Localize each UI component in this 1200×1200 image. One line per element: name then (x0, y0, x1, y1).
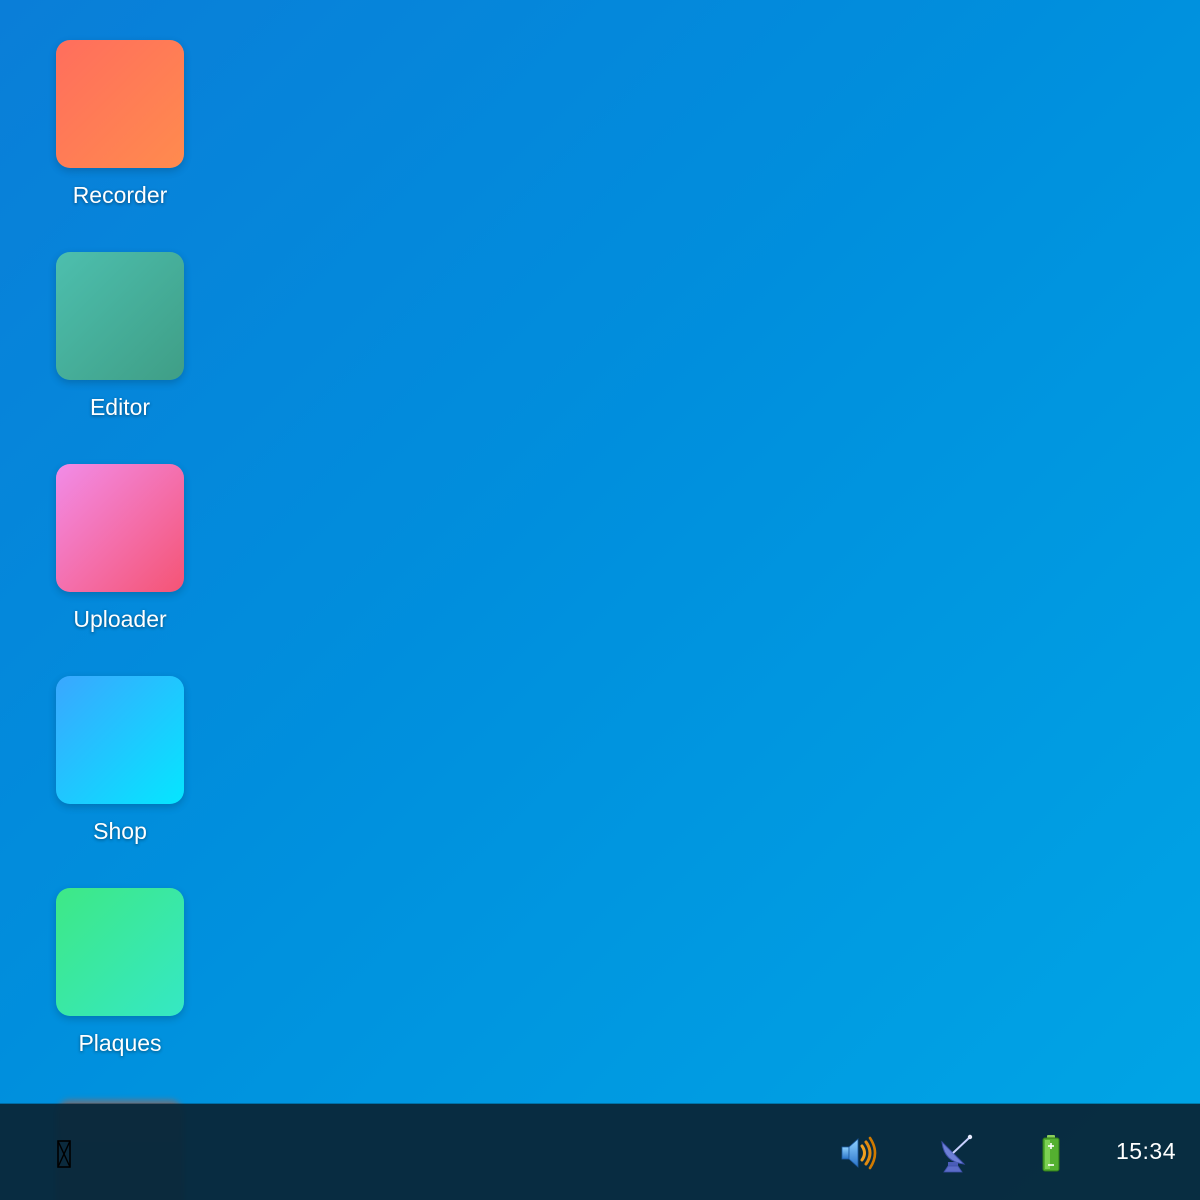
app-label: Recorder (72, 182, 168, 208)
desktop-app-uploader[interactable]: Uploader (56, 464, 184, 676)
desktop-app-shop[interactable]: Shop (56, 676, 184, 888)
desktop-app-plaques[interactable]: Plaques (56, 888, 184, 1100)
start-menu-icon (57, 1140, 71, 1168)
app-label: Uploader (73, 606, 167, 632)
volume-icon (841, 1136, 877, 1170)
taskbar: 15:34 (0, 1104, 1200, 1200)
desktop-app-editor[interactable]: Editor (56, 252, 184, 464)
battery-icon (1042, 1135, 1060, 1172)
start-menu-button[interactable] (50, 1134, 78, 1174)
uploader-app-icon[interactable] (56, 464, 184, 592)
recorder-app-icon[interactable] (56, 40, 184, 168)
desktop-app-recorder[interactable]: Recorder (56, 40, 184, 252)
volume-button[interactable] (838, 1132, 880, 1174)
app-label: Shop (93, 818, 147, 844)
app-label: Editor (89, 394, 151, 420)
editor-app-icon[interactable] (56, 252, 184, 380)
plaques-app-icon[interactable] (56, 888, 184, 1016)
desktop: Recorder Editor Uploader Shop Plaques 15… (0, 0, 1200, 1200)
battery-button[interactable] (1030, 1132, 1072, 1174)
taskbar-clock[interactable]: 15:34 (1116, 1138, 1176, 1165)
app-label: Plaques (78, 1030, 162, 1056)
satellite-dish-icon (941, 1134, 973, 1173)
network-button[interactable] (934, 1132, 976, 1174)
shop-app-icon[interactable] (56, 676, 184, 804)
desktop-icons: Recorder Editor Uploader Shop Plaques (56, 40, 184, 1100)
